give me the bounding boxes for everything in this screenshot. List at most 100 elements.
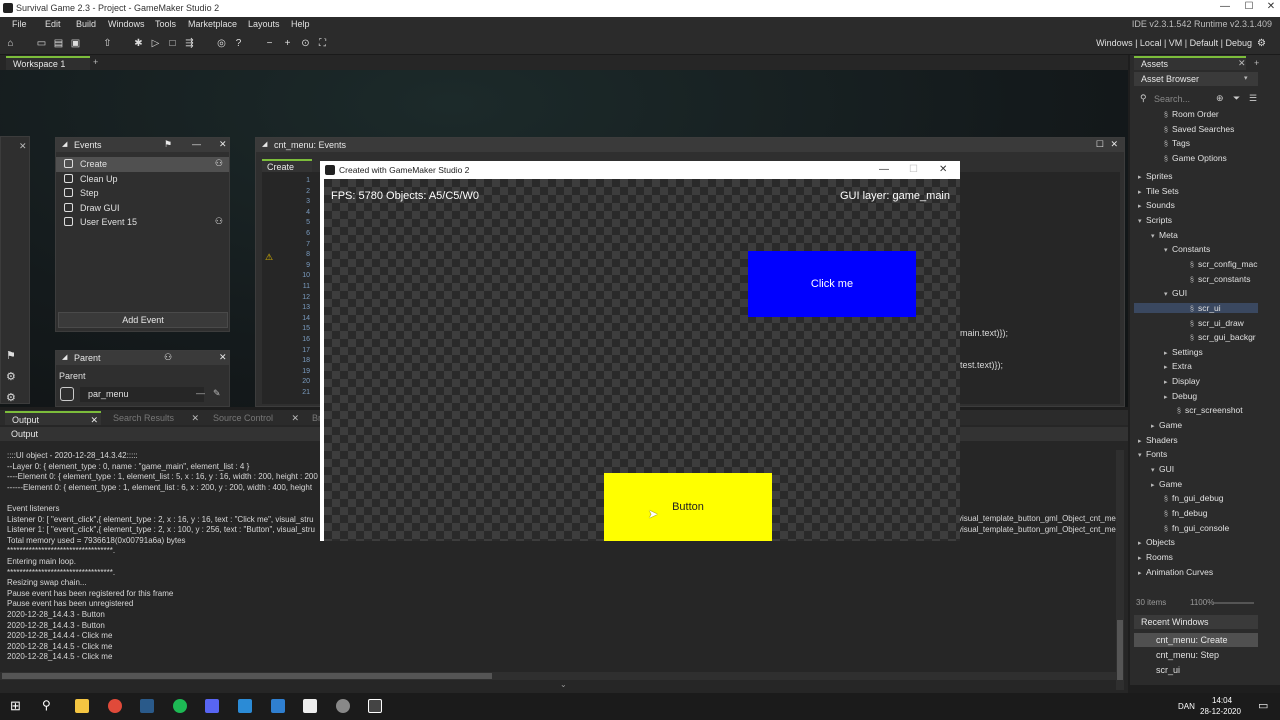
settings-icon[interactable]: ⚙ <box>6 391 16 404</box>
tree-item[interactable]: ▸ Game <box>1151 479 1182 489</box>
fit-icon[interactable]: ⛶ <box>317 38 328 49</box>
inherit-icon[interactable]: ⚇ <box>215 216 223 227</box>
tree-item[interactable]: ▸ Game <box>1151 420 1182 430</box>
close-icon[interactable]: ✕ <box>219 352 227 363</box>
close-icon[interactable]: ✕ <box>90 415 98 426</box>
language-indicator[interactable]: DAN <box>1178 702 1195 711</box>
chevron-right-icon[interactable]: ▸ <box>1164 363 1172 371</box>
chevron-right-icon[interactable]: ▸ <box>1164 349 1172 357</box>
scrollbar-thumb[interactable] <box>1117 620 1123 680</box>
tree-item[interactable]: § Game Options <box>1164 153 1227 163</box>
physics-icon[interactable]: ⚙ <box>6 370 16 383</box>
close-icon[interactable]: ✕ <box>191 413 199 424</box>
maximize-icon[interactable]: ☐ <box>1096 139 1104 150</box>
collapse-icon[interactable]: ◢ <box>62 140 67 148</box>
event-cleanup[interactable]: Clean Up <box>56 172 229 187</box>
minimize-icon[interactable]: — <box>1218 1 1232 15</box>
tab-source-control[interactable]: Source Control ✕ <box>206 411 302 425</box>
tree-item[interactable]: § Room Order <box>1164 109 1219 119</box>
chevron-down-icon[interactable]: ▾ <box>1151 466 1159 474</box>
menu-file[interactable]: File <box>12 19 27 29</box>
close-icon[interactable]: ✕ <box>19 141 27 152</box>
chevron-right-icon[interactable]: ▸ <box>1138 188 1146 196</box>
flag-icon[interactable]: ⚑ <box>164 139 172 150</box>
search-icon[interactable]: ⚲ <box>42 698 51 712</box>
click-me-button[interactable]: Click me <box>748 251 916 317</box>
chevron-right-icon[interactable]: ▸ <box>1138 202 1146 210</box>
recent-item[interactable]: scr_ui <box>1134 663 1258 677</box>
recent-item[interactable]: cnt_menu: Create <box>1134 633 1258 647</box>
chevron-right-icon[interactable]: ▸ <box>1138 173 1146 181</box>
tree-item[interactable]: § fn_gui_console <box>1164 523 1229 533</box>
tree-item[interactable]: § Saved Searches <box>1164 124 1234 134</box>
inherit-icon[interactable]: ⚇ <box>164 352 172 363</box>
tree-item[interactable]: § fn_debug <box>1164 508 1207 518</box>
tree-item[interactable]: § scr_constants <box>1190 274 1250 284</box>
tree-item[interactable]: ▸ Sounds <box>1138 200 1175 210</box>
menu-tools[interactable]: Tools <box>155 19 176 29</box>
minimize-icon[interactable]: — <box>192 139 201 149</box>
chevron-down-icon[interactable]: ⌄ <box>560 680 567 689</box>
chevron-down-icon[interactable]: ▾ <box>1138 217 1146 225</box>
package-icon[interactable]: ⇧ <box>102 38 113 49</box>
tree-item[interactable]: ▸ Animation Curves <box>1138 567 1213 577</box>
tab-workspace-1[interactable]: Workspace 1 <box>6 56 90 70</box>
menu-build[interactable]: Build <box>76 19 96 29</box>
chevron-down-icon[interactable]: ▾ <box>1164 246 1172 254</box>
tab-search-results[interactable]: Search Results ✕ <box>106 411 202 425</box>
asset-search-input[interactable]: Search... <box>1152 92 1212 106</box>
chevron-down-icon[interactable]: ▾ <box>1138 451 1146 459</box>
clear-icon[interactable]: — <box>196 388 205 398</box>
menu-icon[interactable]: ☰ <box>1249 93 1257 104</box>
add-tab-icon[interactable]: + <box>1254 58 1259 68</box>
add-workspace-button[interactable]: + <box>93 57 98 67</box>
target-selector[interactable]: Windows | Local | VM | Default | Debug <box>1096 38 1252 48</box>
maximize-icon[interactable]: ☐ <box>1242 1 1256 15</box>
tree-item[interactable]: § scr_config_mac <box>1190 259 1258 269</box>
close-icon[interactable]: ✕ <box>219 139 227 150</box>
filter-icon[interactable]: ⏷ <box>1233 93 1240 104</box>
spotify-icon[interactable] <box>173 699 187 713</box>
chevron-right-icon[interactable]: ▸ <box>1138 569 1146 577</box>
clock-date[interactable]: 28-12-2020 <box>1200 707 1241 716</box>
zoom-slider[interactable] <box>1214 602 1254 604</box>
gamemaker-icon[interactable] <box>303 699 317 713</box>
tree-item[interactable]: ▸ Tile Sets <box>1138 186 1179 196</box>
minimize-icon[interactable]: — <box>879 164 889 175</box>
menu-help[interactable]: Help <box>291 19 310 29</box>
tree-item[interactable]: ▸ Rooms <box>1138 552 1173 562</box>
inherit-icon[interactable]: ⚇ <box>215 158 223 169</box>
tab-create[interactable]: Create <box>262 159 312 172</box>
save-icon[interactable]: ▣ <box>70 38 81 49</box>
tree-item[interactable]: ▸ Display <box>1164 376 1200 386</box>
zoom-reset-icon[interactable]: ⊙ <box>300 38 311 49</box>
game-runner-icon[interactable] <box>368 699 382 713</box>
new-icon[interactable]: ▭ <box>36 38 47 49</box>
menu-layouts[interactable]: Layouts <box>248 19 280 29</box>
chevron-right-icon[interactable]: ▸ <box>1164 378 1172 386</box>
notification-icon[interactable]: ▭ <box>1258 699 1268 712</box>
zoom-in-icon[interactable]: + <box>282 38 293 49</box>
close-icon[interactable]: ✕ <box>1238 58 1246 69</box>
discord-icon[interactable] <box>205 699 219 713</box>
tree-item[interactable]: ▸ Extra <box>1164 361 1192 371</box>
tree-item[interactable]: ▾ Fonts <box>1138 449 1167 459</box>
tree-item[interactable]: ▸ Settings <box>1164 347 1203 357</box>
target-icon[interactable]: ◎ <box>216 38 227 49</box>
tree-item[interactable]: ▸ Debug <box>1164 391 1197 401</box>
chevron-right-icon[interactable]: ▸ <box>1138 554 1146 562</box>
tree-item[interactable]: ▸ Shaders <box>1138 435 1178 445</box>
vertical-scrollbar[interactable] <box>1116 450 1124 690</box>
chevron-right-icon[interactable]: ▸ <box>1138 539 1146 547</box>
parent-field[interactable]: par_menu <box>80 387 204 402</box>
chevron-down-icon[interactable]: ▾ <box>1164 290 1172 298</box>
tab-output[interactable]: Output ✕ <box>5 411 101 425</box>
open-icon[interactable]: ▤ <box>53 38 64 49</box>
tree-item[interactable]: § scr_ui <box>1134 302 1258 313</box>
event-create[interactable]: Create ⚇ <box>56 157 229 172</box>
tree-item[interactable]: § scr_ui_draw <box>1190 318 1244 328</box>
tree-item[interactable]: ▸ Sprites <box>1138 171 1172 181</box>
add-icon[interactable]: ⊕ <box>1216 93 1224 104</box>
todo-icon[interactable] <box>271 699 285 713</box>
chevron-right-icon[interactable]: ▸ <box>1138 437 1146 445</box>
